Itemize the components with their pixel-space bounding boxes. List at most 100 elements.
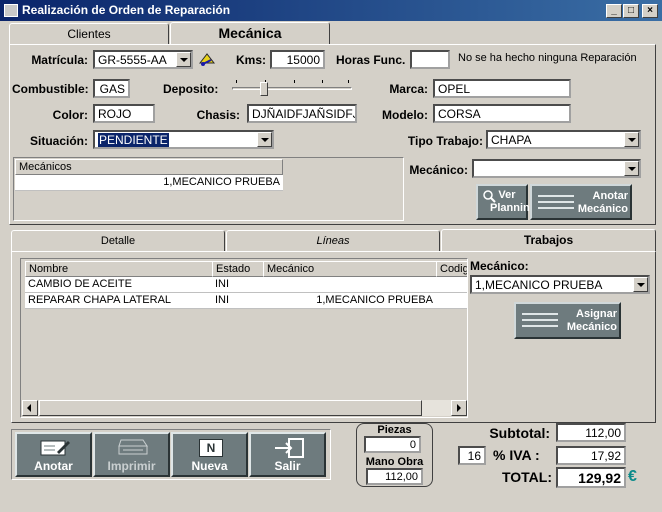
mecanico-label: Mecánico: (409, 163, 468, 177)
salir-button[interactable]: Salir (249, 432, 326, 477)
scrollbar-thumb[interactable] (39, 400, 422, 416)
maximize-button[interactable]: □ (623, 4, 639, 18)
asignar-mecanico-label: Asignar Mecánico (566, 308, 617, 333)
horas-func-label: Horas Func. (336, 53, 406, 67)
table-cell[interactable]: INI (212, 293, 264, 309)
color-label: Color: (52, 108, 88, 122)
trabajos-grid: Nombre Estado Mecánico Codig CAMBIO DE A… (20, 258, 468, 418)
mecanico-combo[interactable] (472, 159, 641, 178)
total-label: TOTAL: (501, 469, 552, 485)
tab-mecanica[interactable]: Mecánica (170, 22, 330, 46)
column-header-mecanico[interactable]: Mecánico (263, 261, 437, 277)
euro-symbol: € (628, 468, 637, 485)
matricula-value: GR-5555-AA (98, 53, 167, 67)
situacion-value: PENDIENTE (98, 133, 169, 147)
iva-rate-input[interactable]: 16 (458, 446, 486, 465)
scroll-right-button[interactable] (451, 400, 467, 416)
mecanicos-list: Mecánicos 1,MECANICO PRUEBA (13, 157, 404, 221)
repair-status-text: No se ha hecho ninguna Reparación (458, 52, 637, 64)
trabajos-mecanico-label: Mecánico: (470, 259, 529, 273)
imprimir-label: Imprimir (107, 459, 156, 473)
chevron-down-icon[interactable] (624, 132, 639, 147)
subtotal-label: Subtotal: (489, 425, 550, 441)
tab-trabajos[interactable]: Trabajos (441, 229, 656, 253)
anotar-label: Anotar (34, 459, 73, 473)
color-input[interactable]: ROJO (93, 104, 155, 123)
matricula-combo[interactable]: GR-5555-AA (93, 50, 193, 69)
column-header-estado[interactable]: Estado (212, 261, 264, 277)
chevron-down-icon[interactable] (624, 161, 639, 176)
marca-input[interactable]: OPEL (433, 79, 571, 98)
iva-input[interactable]: 17,92 (556, 446, 626, 465)
imprimir-button[interactable]: Imprimir (93, 432, 170, 477)
nueva-button[interactable]: N Nueva (171, 432, 248, 477)
mano-obra-label: Mano Obra (365, 456, 424, 468)
nueva-label: Nueva (191, 459, 228, 473)
mecanicos-header: Mecánicos (15, 159, 283, 175)
table-cell[interactable]: 1,MECANICO PRUEBA (263, 293, 437, 309)
printer-icon (118, 439, 148, 455)
asignar-mecanico-button[interactable]: Asignar Mecánico (514, 302, 621, 339)
horas-func-input[interactable] (410, 50, 450, 69)
app-icon (4, 4, 18, 17)
table-cell[interactable] (436, 293, 467, 309)
iva-label: % IVA : (493, 447, 540, 463)
anotar-button[interactable]: Anotar (15, 432, 92, 477)
trabajos-mecanico-combo[interactable]: 1,MECANICO PRUEBA (470, 275, 650, 294)
table-cell[interactable] (263, 277, 437, 293)
ver-planning-label: Ver Planning (490, 189, 537, 214)
marca-label: Marca: (389, 82, 428, 96)
mecanicos-row[interactable]: 1,MECANICO PRUEBA (15, 175, 283, 191)
deposito-slider[interactable] (232, 80, 352, 98)
new-doc-icon: N (199, 439, 223, 457)
chevron-down-icon[interactable] (257, 132, 272, 147)
search-car-icon[interactable] (198, 51, 216, 68)
matricula-label: Matrícula: (31, 53, 88, 67)
tab-detalle[interactable]: Detalle (11, 230, 225, 252)
tipo-trabajo-combo[interactable]: CHAPA (486, 130, 641, 149)
combustible-label: Combustible: (12, 82, 89, 96)
situacion-label: Situación: (29, 134, 88, 148)
scroll-left-button[interactable] (22, 400, 38, 416)
chasis-input[interactable]: DJÑAIDFJAÑSIDFJ (247, 104, 357, 123)
anotar-mecanico-button[interactable]: Anotar Mecánico (530, 184, 632, 220)
horizontal-scrollbar[interactable] (22, 400, 467, 416)
piezas-input[interactable]: 0 (364, 436, 421, 453)
chevron-down-icon[interactable] (176, 52, 191, 67)
situacion-combo[interactable]: PENDIENTE (93, 130, 274, 149)
kms-input[interactable]: 15000 (270, 50, 325, 69)
column-header-nombre[interactable]: Nombre (25, 261, 213, 277)
salir-label: Salir (274, 459, 301, 473)
notes-icon (522, 313, 558, 327)
chasis-label: Chasis: (196, 108, 240, 122)
notes-icon (538, 195, 574, 209)
tipo-trabajo-value: CHAPA (491, 133, 532, 147)
modelo-label: Modelo: (382, 108, 428, 122)
trabajos-mecanico-value: 1,MECANICO PRUEBA (475, 278, 603, 292)
anotar-mecanico-label: Anotar Mecánico (577, 190, 628, 215)
table-cell[interactable] (436, 277, 467, 293)
table-cell[interactable]: REPARAR CHAPA LATERAL (25, 293, 213, 309)
tab-lineas[interactable]: Líneas (226, 230, 440, 252)
deposito-label: Deposito: (163, 82, 219, 96)
window-title: Realización de Orden de Reparación (22, 3, 231, 17)
deposito-slider-thumb[interactable] (260, 82, 268, 96)
mano-obra-input[interactable]: 112,00 (366, 468, 423, 485)
table-cell[interactable]: INI (212, 277, 264, 293)
tab-clientes[interactable]: Clientes (9, 23, 169, 45)
kms-label: Kms: (236, 53, 267, 67)
combustible-input[interactable]: GAS (93, 79, 130, 98)
column-header-codigo[interactable]: Codig (436, 261, 467, 277)
subtotal-input[interactable]: 112,00 (556, 423, 626, 442)
chevron-down-icon[interactable] (633, 277, 648, 292)
table-cell[interactable]: CAMBIO DE ACEITE (25, 277, 213, 293)
close-button[interactable]: × (642, 4, 658, 18)
title-bar: Realización de Orden de Reparación _ □ × (0, 0, 662, 21)
modelo-input[interactable]: CORSA (433, 104, 571, 123)
pencil-note-icon (40, 440, 70, 456)
total-input[interactable]: 129,92 (556, 467, 626, 488)
exit-door-icon (275, 438, 304, 458)
ver-planning-button[interactable]: Ver Planning (476, 184, 537, 220)
minimize-button[interactable]: _ (606, 4, 622, 18)
tipo-trabajo-label: Tipo Trabajo: (407, 134, 483, 148)
